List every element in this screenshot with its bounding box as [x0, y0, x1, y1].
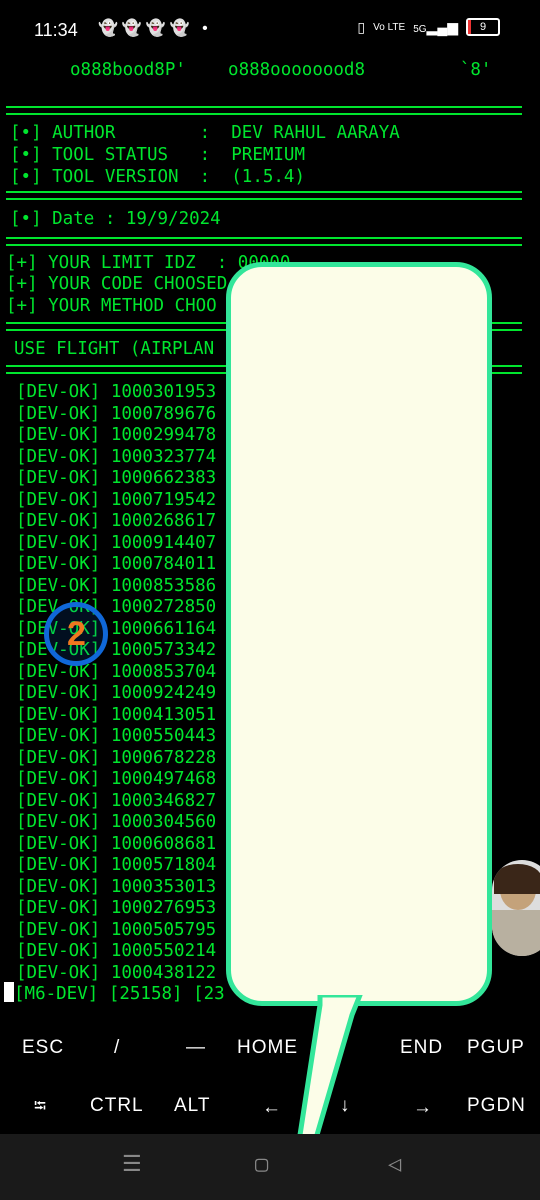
- result-line: [DEV-OK] 1000662383: [16, 468, 217, 488]
- dash-key[interactable]: —: [186, 1037, 206, 1059]
- airplane-mode-line: USE FLIGHT (AIRPLAN: [14, 339, 215, 359]
- text-cursor: [4, 982, 14, 1002]
- pgdn-key[interactable]: PGDN: [467, 1095, 526, 1117]
- result-line: [DEV-OK] 1000853704: [16, 661, 217, 682]
- clock: 11:34: [34, 20, 78, 40]
- tool-status-line: [•] TOOL STATUS : PREMIUM: [10, 145, 306, 165]
- result-line: [DEV-OK] 1000413051: [16, 704, 217, 725]
- vibrate-icon: ▯: [357, 18, 366, 35]
- volte-icon: Vo LTE: [373, 21, 406, 33]
- result-line: [DEV-OK] 1000304560: [16, 812, 217, 832]
- floating-avatar[interactable]: [492, 860, 540, 956]
- recents-icon[interactable]: ☰: [122, 1152, 142, 1177]
- home-icon[interactable]: ▢: [255, 1152, 268, 1177]
- result-line: [DEV-OK] 1000272850: [16, 597, 217, 617]
- author-line: [•] AUTHOR : DEV RAHUL AARAYA: [10, 123, 400, 143]
- esc-key[interactable]: ESC: [22, 1037, 64, 1059]
- slash-key[interactable]: /: [114, 1037, 120, 1059]
- result-line: [DEV-OK] 1000346827: [16, 790, 217, 811]
- down-arrow-key[interactable]: ↓: [340, 1095, 351, 1117]
- result-line: [DEV-OK] 1000784011: [16, 554, 217, 574]
- result-line: [DEV-OK] 1000853586: [16, 575, 217, 596]
- floating-badge[interactable]: 2: [44, 602, 108, 666]
- result-line: [DEV-OK] 1000301953: [16, 382, 217, 402]
- prompt-line[interactable]: [M6-DEV] [25158] [23: [4, 982, 225, 1006]
- signal-icon: 5G▂▄▆: [413, 18, 458, 35]
- battery-icon: 9: [466, 18, 500, 36]
- status-bar: 11:34 👻👻👻👻 • ▯ Vo LTE 5G▂▄▆ 9: [0, 0, 540, 54]
- result-line: [DEV-OK] 1000497468: [16, 769, 217, 789]
- banner-line: o888bood8P' o888oooooood8 `8': [70, 60, 492, 80]
- separator: [6, 191, 522, 200]
- result-line: [DEV-OK] 1000914407: [16, 532, 217, 553]
- result-line: [DEV-OK] 1000924249: [16, 683, 217, 703]
- result-line: [DEV-OK] 1000438122: [16, 962, 217, 983]
- left-arrow-key[interactable]: ←: [262, 1097, 282, 1119]
- result-line: [DEV-OK] 1000571804: [16, 855, 217, 875]
- notification-icons: 👻👻👻👻 •: [98, 20, 212, 37]
- result-line: [DEV-OK] 1000789676: [16, 403, 217, 424]
- separator: [6, 106, 522, 115]
- date-line: [•] Date : 19/9/2024: [10, 209, 221, 229]
- method-line: [+] YOUR METHOD CHOO: [6, 296, 217, 316]
- end-key[interactable]: END: [400, 1037, 443, 1059]
- tool-version-line: [•] TOOL VERSION : (1.5.4): [10, 167, 306, 187]
- home-key[interactable]: HOME: [237, 1037, 298, 1059]
- result-line: [DEV-OK] 1000608681: [16, 833, 217, 854]
- result-line: [DEV-OK] 1000323774: [16, 446, 217, 467]
- ctrl-key[interactable]: CTRL: [90, 1095, 144, 1117]
- alt-key[interactable]: ALT: [174, 1095, 210, 1117]
- result-line: [DEV-OK] 1000550443: [16, 726, 217, 746]
- result-line: [DEV-OK] 1000268617: [16, 511, 217, 531]
- back-icon[interactable]: ◁: [388, 1152, 401, 1177]
- code-line: [+] YOUR CODE CHOOSED: [6, 274, 228, 294]
- pgup-key[interactable]: PGUP: [467, 1037, 525, 1059]
- result-line: [DEV-OK] 1000505795: [16, 919, 217, 940]
- result-line: [DEV-OK] 1000276953: [16, 898, 217, 918]
- result-line: [DEV-OK] 1000678228: [16, 747, 217, 768]
- navigation-bar: ☰ ▢ ◁: [0, 1134, 540, 1200]
- separator: [6, 237, 522, 246]
- right-arrow-key[interactable]: →: [413, 1097, 433, 1119]
- status-icons: ▯ Vo LTE 5G▂▄▆ 9: [357, 18, 500, 36]
- result-line: [DEV-OK] 1000353013: [16, 876, 217, 897]
- result-line: [DEV-OK] 1000550214: [16, 941, 217, 961]
- tab-key[interactable]: ⭾: [34, 1095, 47, 1122]
- result-line: [DEV-OK] 1000299478: [16, 425, 217, 445]
- result-line: [DEV-OK] 1000719542: [16, 489, 217, 510]
- extra-keys-bar: ESC / — HOME END PGUP ⭾ CTRL ALT ← ↓ → P…: [0, 1025, 540, 1133]
- speech-bubble: [226, 262, 492, 1006]
